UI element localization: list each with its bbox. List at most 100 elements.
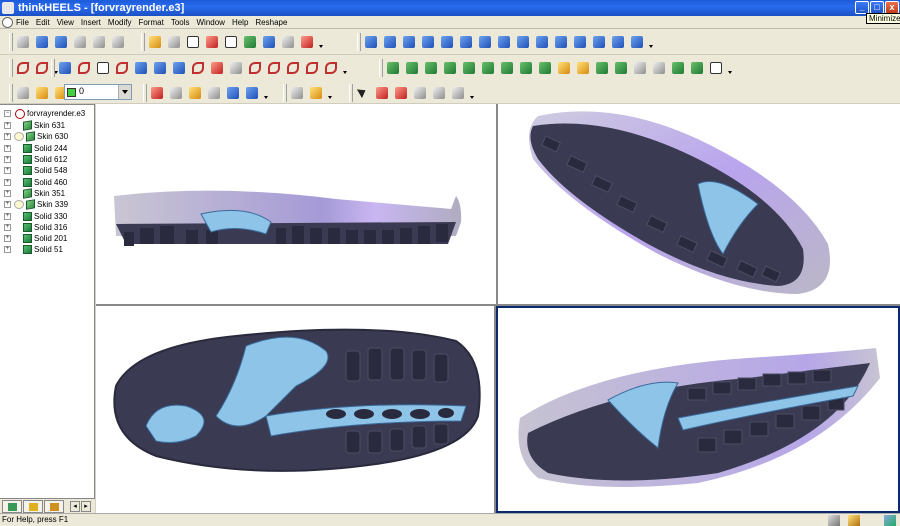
select-dropdown-icon[interactable] (468, 84, 476, 102)
tree-item[interactable]: + Solid 330 (4, 210, 68, 221)
trim-curve-icon[interactable] (246, 59, 264, 77)
tree-item[interactable]: + Solid 460 (4, 176, 68, 187)
expand-icon[interactable]: + (4, 201, 11, 209)
fillet-solid-icon[interactable] (517, 59, 535, 77)
select-filter-icon[interactable] (411, 84, 429, 102)
render-dropdown-icon[interactable] (262, 84, 270, 102)
expand-icon[interactable]: + (4, 246, 11, 254)
surface-dropdown-icon[interactable] (647, 33, 655, 51)
zoom-icon[interactable] (165, 33, 183, 51)
tree-item[interactable]: + Solid 316 (4, 222, 68, 233)
revolve-surface-icon[interactable] (419, 33, 437, 51)
save-disk-icon[interactable] (52, 33, 70, 51)
expand-icon[interactable]: + (4, 223, 11, 231)
render-settings-icon[interactable] (243, 84, 261, 102)
chamfer-solid-icon[interactable] (536, 59, 554, 77)
tree-tab-layers[interactable] (44, 500, 64, 513)
loft-surface-icon[interactable] (457, 33, 475, 51)
project-curve-icon[interactable] (227, 59, 245, 77)
menu-modify[interactable]: Modify (108, 17, 132, 28)
wire-box-icon[interactable] (707, 59, 725, 77)
section-icon[interactable] (650, 59, 668, 77)
spline-icon[interactable] (75, 59, 93, 77)
arc-icon[interactable] (113, 59, 131, 77)
polygon-icon[interactable] (56, 59, 74, 77)
expand-icon[interactable]: + (4, 122, 11, 130)
mesh-icon[interactable] (688, 59, 706, 77)
project-surface-icon[interactable] (628, 33, 646, 51)
help-icon[interactable] (298, 33, 316, 51)
freeform-curve-icon[interactable] (189, 59, 207, 77)
tab-scroll-right-icon[interactable]: ▸ (81, 501, 91, 512)
ellipse-icon[interactable] (94, 59, 112, 77)
status-brush-icon[interactable] (848, 515, 860, 526)
pick-point-icon[interactable] (449, 84, 467, 102)
tab-scroll-left-icon[interactable]: ◂ (70, 501, 80, 512)
surface-icon[interactable] (381, 33, 399, 51)
menu-view[interactable]: View (57, 17, 74, 28)
lightbulb-icon[interactable] (33, 84, 51, 102)
trim-surface-icon[interactable] (533, 33, 551, 51)
render-icon[interactable] (279, 33, 297, 51)
frame-icon[interactable] (203, 33, 221, 51)
status-tool-icon[interactable] (828, 515, 840, 526)
boolean-subtract-icon[interactable] (479, 59, 497, 77)
viewport-perspective[interactable] (496, 306, 900, 513)
split-solid-icon[interactable] (574, 59, 592, 77)
select-window-icon[interactable] (373, 84, 391, 102)
open-folder-icon[interactable] (33, 33, 51, 51)
menu-window[interactable]: Window (197, 17, 225, 28)
tree-tab-edit[interactable] (23, 500, 43, 513)
select-arrow-icon[interactable] (354, 84, 372, 102)
boolean-intersect-icon[interactable] (498, 59, 516, 77)
clipboard-icon[interactable] (109, 33, 127, 51)
tree-item[interactable]: + Skin 351 (4, 188, 68, 199)
tree-item[interactable]: + Solid 51 (4, 244, 68, 255)
menu-edit[interactable]: Edit (36, 17, 50, 28)
menu-tools[interactable]: Tools (171, 17, 190, 28)
environment-icon[interactable] (224, 84, 242, 102)
expand-icon[interactable]: + (4, 156, 11, 164)
join-curve-icon[interactable] (322, 59, 340, 77)
helix-icon[interactable] (132, 59, 150, 77)
paint-bucket-icon[interactable] (307, 84, 325, 102)
extend-curve-icon[interactable] (265, 59, 283, 77)
document-menu-icon[interactable] (2, 17, 13, 28)
toolbar-dropdown-icon[interactable] (317, 33, 325, 51)
offset-curve-icon[interactable] (208, 59, 226, 77)
rebuild-surface-icon[interactable] (609, 33, 627, 51)
tree-root[interactable]: − forvrayrender.e3 (4, 108, 85, 119)
menu-file[interactable]: File (16, 17, 29, 28)
menu-insert[interactable]: Insert (81, 17, 101, 28)
spiral-icon[interactable] (151, 59, 169, 77)
curve-dropdown-icon[interactable] (341, 59, 349, 77)
grid-icon[interactable] (222, 33, 240, 51)
extrude-solid-icon[interactable] (384, 59, 402, 77)
collapse-icon[interactable]: − (4, 110, 11, 117)
patch-icon[interactable] (476, 33, 494, 51)
expand-icon[interactable]: + (4, 189, 11, 197)
light-icon[interactable] (186, 84, 204, 102)
tree-item[interactable]: + Skin 630 (4, 131, 68, 143)
brush-icon[interactable] (288, 84, 306, 102)
viewport-side[interactable] (96, 104, 496, 304)
menu-format[interactable]: Format (138, 17, 163, 28)
select-crossing-icon[interactable] (392, 84, 410, 102)
viewport-bottom-angle[interactable] (498, 104, 900, 304)
thicken-icon[interactable] (555, 59, 573, 77)
expand-icon[interactable]: + (4, 235, 11, 243)
join-surface-icon[interactable] (590, 33, 608, 51)
tree-tab-model[interactable] (2, 500, 22, 513)
select-similar-icon[interactable] (430, 84, 448, 102)
profile-icon[interactable] (170, 59, 188, 77)
sweep-surface-icon[interactable] (438, 33, 456, 51)
offset-surface-icon[interactable] (495, 33, 513, 51)
expand-icon[interactable]: + (4, 133, 11, 141)
redo-icon[interactable] (90, 33, 108, 51)
chamfer-curve-icon[interactable] (303, 59, 321, 77)
extrude-surface-icon[interactable] (400, 33, 418, 51)
solid-dropdown-icon[interactable] (726, 59, 734, 77)
expand-icon[interactable]: + (4, 178, 11, 186)
tree-item[interactable]: + Skin 339 (4, 199, 68, 211)
tree-item[interactable]: + Solid 244 (4, 143, 68, 154)
